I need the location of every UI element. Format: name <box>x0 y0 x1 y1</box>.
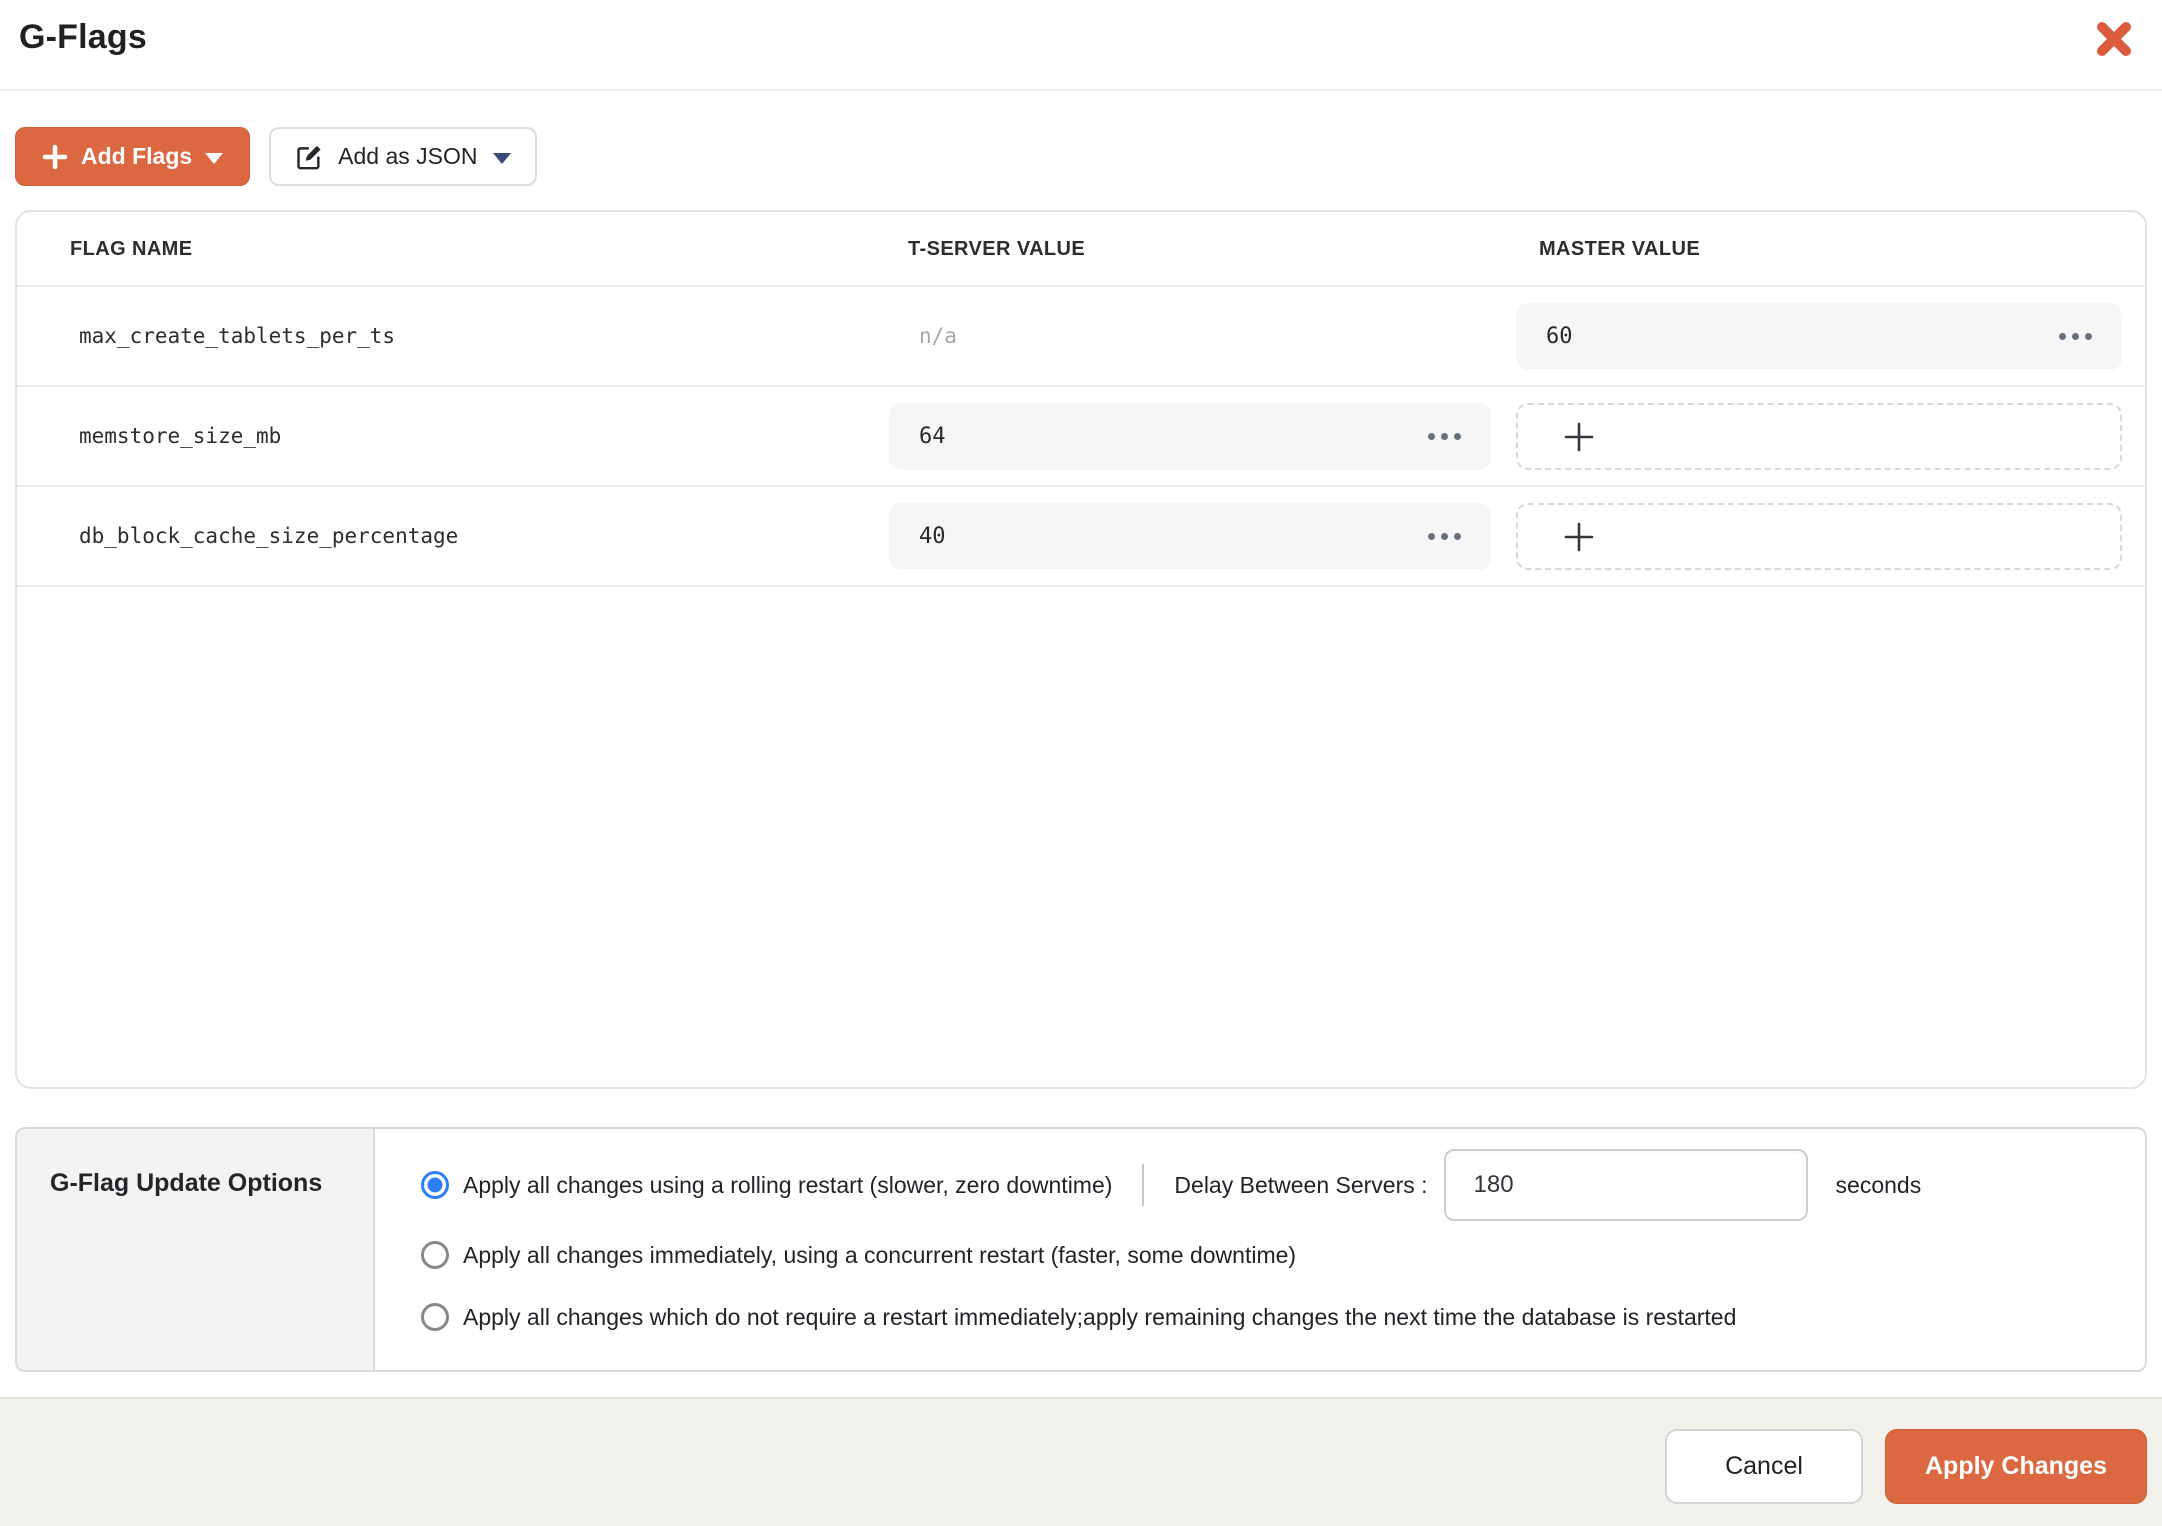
no-restart-option: Apply all changes which do not require a… <box>421 1299 2145 1335</box>
cancel-button[interactable]: Cancel <box>1665 1429 1863 1504</box>
more-options-icon[interactable] <box>1428 533 1461 540</box>
column-header-flag-name: FLAG NAME <box>70 238 193 260</box>
more-options-icon[interactable] <box>2059 333 2092 340</box>
radio-rolling-restart[interactable] <box>421 1171 449 1199</box>
divider <box>1142 1164 1145 1206</box>
close-icon <box>2097 21 2131 56</box>
plus-icon <box>1564 522 1594 551</box>
options-body: Apply all changes using a rolling restar… <box>375 1129 2145 1370</box>
add-as-json-label: Add as JSON <box>338 143 478 169</box>
master-value: 60 <box>1546 324 1573 349</box>
tserver-value: 64 <box>919 424 946 449</box>
plus-icon <box>42 144 68 169</box>
plus-icon <box>1564 422 1594 451</box>
edit-icon <box>297 145 321 169</box>
tserver-value-empty: n/a <box>919 324 957 348</box>
tserver-value-cell[interactable]: 40 <box>889 503 1491 570</box>
gflag-update-options-panel: G-Flag Update Options Apply all changes … <box>15 1127 2147 1372</box>
add-as-json-button[interactable]: Add as JSON <box>269 127 537 186</box>
radio-label: Apply all changes immediately, using a c… <box>463 1241 1297 1268</box>
radio-label: Apply all changes which do not require a… <box>463 1303 1737 1330</box>
tserver-value-cell[interactable]: 64 <box>889 403 1491 470</box>
add-master-value-button[interactable] <box>1516 503 2122 570</box>
delay-between-servers-label: Delay Between Servers : <box>1174 1171 1428 1198</box>
toolbar: Add Flags Add as JSON <box>15 127 2162 186</box>
rolling-restart-option: Apply all changes using a rolling restar… <box>421 1149 2145 1221</box>
more-options-icon[interactable] <box>1428 433 1461 440</box>
modal-header: G-Flags <box>0 0 2162 91</box>
table-row: db_block_cache_size_percentage 40 <box>17 487 2145 587</box>
options-label-pane: G-Flag Update Options <box>17 1129 375 1370</box>
table-row: max_create_tablets_per_ts n/a 60 <box>17 287 2145 387</box>
flag-name: max_create_tablets_per_ts <box>79 324 396 348</box>
column-header-tserver-value: T-SERVER VALUE <box>908 238 1086 260</box>
page-title: G-Flags <box>19 18 147 56</box>
table-row: memstore_size_mb 64 <box>17 387 2145 487</box>
flags-table-header: FLAG NAME T-SERVER VALUE MASTER VALUE <box>17 212 2145 287</box>
tserver-value: 40 <box>919 524 946 549</box>
radio-no-restart[interactable] <box>421 1303 449 1331</box>
apply-changes-button[interactable]: Apply Changes <box>1885 1429 2147 1504</box>
flag-name: memstore_size_mb <box>79 424 282 448</box>
caret-down-icon <box>205 152 224 164</box>
delay-between-servers-input[interactable] <box>1443 1149 1808 1221</box>
flag-name: db_block_cache_size_percentage <box>79 524 459 548</box>
options-title: G-Flag Update Options <box>50 1169 323 1197</box>
master-value-cell[interactable]: 60 <box>1516 303 2122 370</box>
add-master-value-button[interactable] <box>1516 403 2122 470</box>
caret-down-icon <box>492 152 511 164</box>
seconds-unit-label: seconds <box>1835 1171 1922 1198</box>
flags-table: FLAG NAME T-SERVER VALUE MASTER VALUE ma… <box>15 210 2147 1089</box>
column-header-master-value: MASTER VALUE <box>1539 238 1701 260</box>
close-button[interactable] <box>2088 14 2140 66</box>
radio-concurrent-restart[interactable] <box>421 1241 449 1269</box>
radio-label: Apply all changes using a rolling restar… <box>463 1171 1113 1198</box>
concurrent-restart-option: Apply all changes immediately, using a c… <box>421 1237 2145 1273</box>
add-flags-button[interactable]: Add Flags <box>15 127 251 186</box>
modal-footer: Cancel Apply Changes <box>0 1397 2162 1526</box>
add-flags-label: Add Flags <box>81 143 193 169</box>
